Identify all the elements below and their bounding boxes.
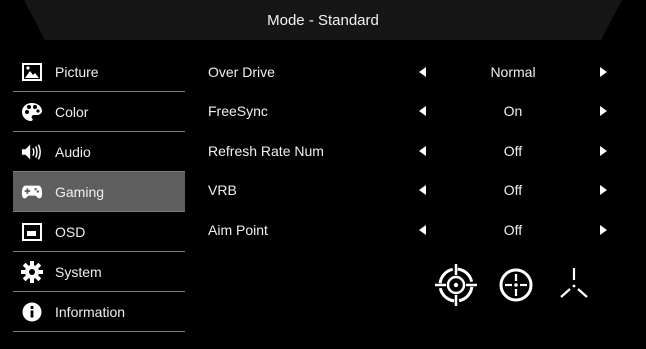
arrow-left-icon[interactable] xyxy=(419,66,426,77)
sidebar-item-label: Gaming xyxy=(55,183,105,200)
arrow-left-icon[interactable] xyxy=(419,145,426,156)
setting-row-over-drive[interactable]: Over Drive Normal xyxy=(200,52,630,92)
sidebar-item-audio[interactable]: Audio xyxy=(13,132,185,172)
arrow-right-icon[interactable] xyxy=(600,106,607,117)
sidebar: Picture Color Audio Gaming OSD System In… xyxy=(13,52,185,332)
info-icon xyxy=(21,301,43,323)
speaker-icon xyxy=(21,141,43,163)
setting-label: Aim Point xyxy=(208,221,268,238)
sidebar-item-label: Audio xyxy=(55,143,91,160)
arrow-right-icon[interactable] xyxy=(600,66,607,77)
sidebar-item-gaming[interactable]: Gaming xyxy=(13,172,185,212)
sidebar-item-system[interactable]: System xyxy=(13,252,185,292)
arrow-right-icon[interactable] xyxy=(600,145,607,156)
crosshair-circle-icon[interactable] xyxy=(432,262,480,308)
mode-title-bar: Mode - Standard xyxy=(24,0,622,40)
setting-value: Normal xyxy=(490,63,536,80)
aim-point-options xyxy=(432,262,602,308)
setting-label: FreeSync xyxy=(208,103,268,120)
setting-row-aim-point[interactable]: Aim Point Off xyxy=(200,210,630,250)
sidebar-item-picture[interactable]: Picture xyxy=(13,52,185,92)
osd-window-icon xyxy=(21,221,43,243)
setting-value: On xyxy=(503,103,523,120)
arrow-left-icon[interactable] xyxy=(419,185,426,196)
setting-value: Off xyxy=(503,142,523,159)
sidebar-item-label: OSD xyxy=(55,223,86,240)
crosshair-dot-icon[interactable] xyxy=(492,262,540,308)
gear-icon xyxy=(21,260,43,283)
sidebar-item-information[interactable]: Information xyxy=(13,292,185,332)
setting-row-vrb[interactable]: VRB Off xyxy=(200,171,630,211)
sidebar-item-label: System xyxy=(55,263,102,280)
arrow-right-icon[interactable] xyxy=(600,185,607,196)
setting-label: Over Drive xyxy=(208,63,275,80)
setting-label: Refresh Rate Num xyxy=(208,142,324,159)
sidebar-item-osd[interactable]: OSD xyxy=(13,212,185,252)
sidebar-item-color[interactable]: Color xyxy=(13,92,185,132)
gaming-settings: Over Drive Normal FreeSync On Refresh Ra… xyxy=(200,52,630,250)
gamepad-icon xyxy=(21,181,43,203)
setting-row-refresh-rate-num[interactable]: Refresh Rate Num Off xyxy=(200,131,630,171)
page-title: Mode - Standard xyxy=(267,11,379,29)
osd-menu: Mode - Standard Picture Color Audio Gami… xyxy=(0,0,646,349)
palette-icon xyxy=(21,101,43,123)
setting-value: Off xyxy=(503,182,523,199)
setting-label: VRB xyxy=(208,182,237,199)
arrow-left-icon[interactable] xyxy=(419,224,426,235)
crosshair-tri-icon[interactable] xyxy=(550,262,598,308)
arrow-right-icon[interactable] xyxy=(600,224,607,235)
picture-icon xyxy=(21,61,43,83)
arrow-left-icon[interactable] xyxy=(419,106,426,117)
sidebar-item-label: Information xyxy=(55,303,126,320)
setting-row-freesync[interactable]: FreeSync On xyxy=(200,92,630,132)
sidebar-item-label: Color xyxy=(55,103,89,120)
setting-value: Off xyxy=(503,221,523,238)
sidebar-item-label: Picture xyxy=(55,63,99,80)
